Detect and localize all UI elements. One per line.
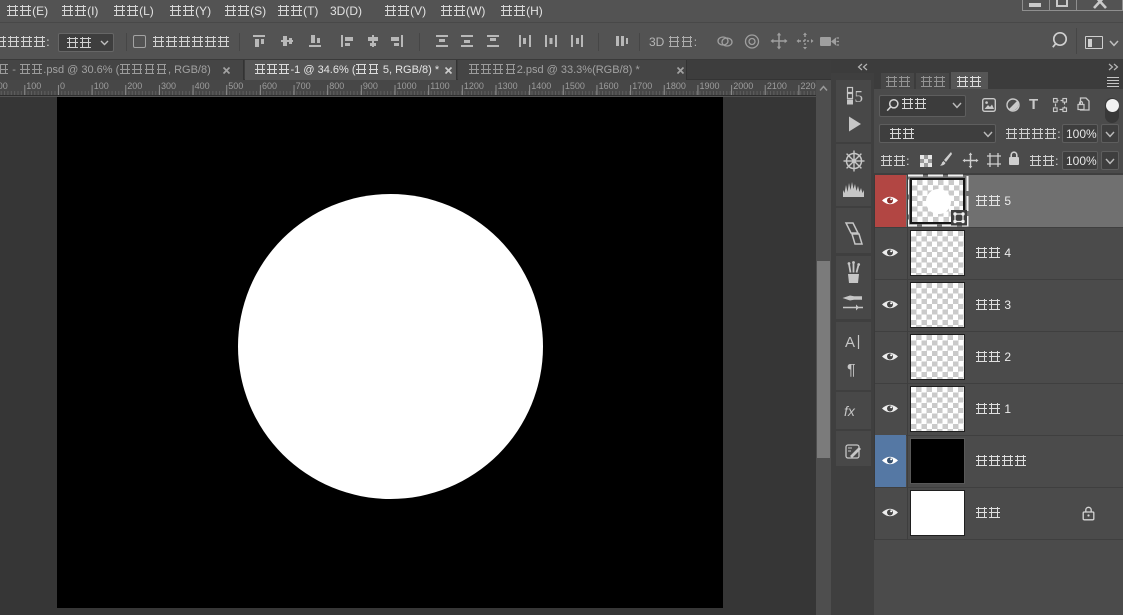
svg-text:¶: ¶ [847,362,856,379]
svg-text:fx: fx [844,403,856,419]
svg-text:5: 5 [855,87,864,106]
svg-text:A: A [845,334,855,351]
